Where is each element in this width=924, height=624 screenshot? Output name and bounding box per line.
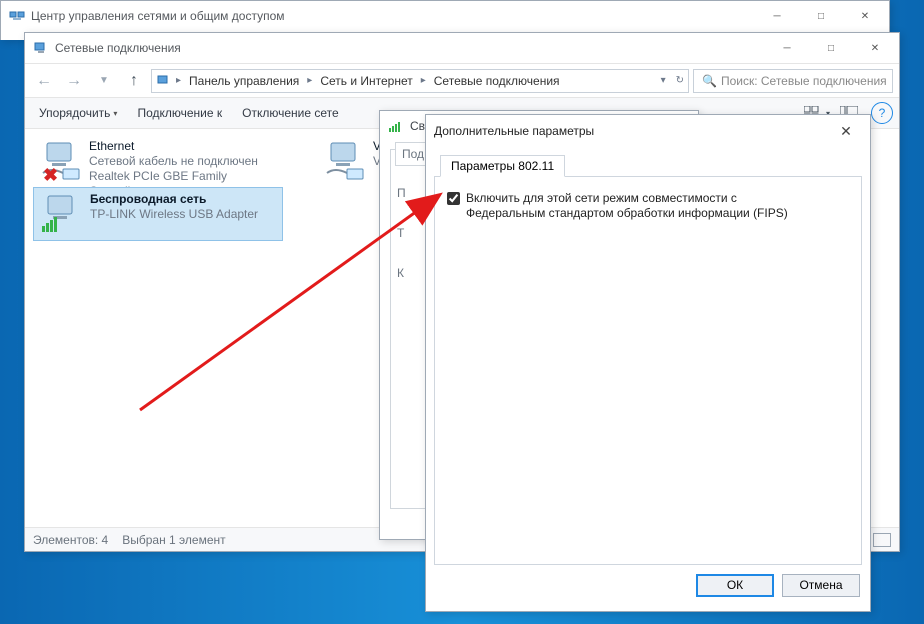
- search-input[interactable]: 🔍 Поиск: Сетевые подключения: [693, 69, 893, 93]
- nav-bar: ← → ▼ ↑ ▸ Панель управления ▸ Сеть и Инт…: [25, 63, 899, 97]
- tab-header: Параметры 802.11: [434, 151, 862, 177]
- win1-maximize-button[interactable]: □: [799, 2, 843, 30]
- tab-80211[interactable]: Параметры 802.11: [440, 155, 565, 177]
- nav-up-button[interactable]: ↑: [121, 68, 147, 94]
- adapter-name: Беспроводная сеть: [90, 192, 258, 207]
- win1-titlebar[interactable]: Центр управления сетями и общим доступом…: [1, 1, 889, 31]
- wifi-bars-icon: [388, 118, 404, 134]
- nav-forward-button[interactable]: →: [61, 68, 87, 94]
- network-center-icon: [9, 8, 25, 24]
- win2-minimize-button[interactable]: ─: [765, 34, 809, 62]
- chevron-right-icon: ▸: [307, 75, 312, 86]
- chevron-right-icon: ▸: [176, 75, 181, 86]
- help-button[interactable]: ?: [871, 102, 893, 124]
- organize-button[interactable]: Упорядочить▾: [31, 102, 125, 124]
- chevron-down-icon: ▾: [113, 109, 117, 118]
- network-connections-icon: [33, 40, 49, 56]
- breadcrumb-mid[interactable]: Сеть и Интернет: [316, 74, 416, 88]
- win1-close-button[interactable]: ✕: [843, 2, 887, 30]
- adapter-device: TP-LINK Wireless USB Adapter: [90, 207, 258, 222]
- adapter-name: Ethernet: [89, 139, 277, 154]
- breadcrumb-leaf[interactable]: Сетевые подключения: [430, 74, 564, 88]
- advanced-settings-dialog: Дополнительные параметры ✕ Параметры 802…: [425, 114, 871, 612]
- address-bar[interactable]: ▸ Панель управления ▸ Сеть и Интернет ▸ …: [151, 69, 689, 93]
- fips-checkbox-row[interactable]: Включить для этой сети режим совместимос…: [447, 191, 849, 221]
- svg-text:✖: ✖: [43, 165, 58, 183]
- search-icon: 🔍: [702, 74, 717, 88]
- win1-title: Центр управления сетями и общим доступом: [31, 9, 755, 23]
- wireless-icon: [40, 192, 84, 236]
- fips-checkbox-label: Включить для этой сети режим совместимос…: [466, 191, 788, 221]
- adapter-status: Сетевой кабель не подключен: [89, 154, 277, 169]
- chevron-right-icon: ▸: [421, 75, 426, 86]
- win4-close-button[interactable]: ✕: [824, 117, 868, 145]
- win4-title: Дополнительные параметры: [434, 124, 824, 138]
- addr-network-icon: [156, 73, 172, 89]
- win4-titlebar[interactable]: Дополнительные параметры ✕: [426, 115, 870, 147]
- win2-title: Сетевые подключения: [55, 41, 765, 55]
- win2-maximize-button[interactable]: □: [809, 34, 853, 62]
- cancel-button[interactable]: Отмена: [782, 574, 860, 597]
- ok-button[interactable]: ОК: [696, 574, 774, 597]
- fips-checkbox[interactable]: [447, 192, 460, 205]
- nav-recent-button[interactable]: ▼: [91, 68, 117, 94]
- status-count: Элементов: 4: [33, 533, 108, 547]
- connect-to-button[interactable]: Подключение к: [129, 102, 230, 124]
- addr-dropdown-icon[interactable]: ▾: [661, 75, 666, 86]
- dialog-button-row: ОК Отмена: [426, 565, 870, 605]
- fips-label-line2: Федеральным стандартом обработки информа…: [466, 206, 788, 220]
- status-selected: Выбран 1 элемент: [122, 533, 225, 547]
- vmware-adapter-icon: [323, 139, 367, 183]
- search-placeholder: Поиск: Сетевые подключения: [721, 74, 887, 88]
- tab-body: Включить для этой сети режим совместимос…: [434, 177, 862, 565]
- adapter-item-wireless[interactable]: Беспроводная сеть TP-LINK Wireless USB A…: [33, 187, 283, 241]
- win1-minimize-button[interactable]: ─: [755, 2, 799, 30]
- breadcrumb-root[interactable]: Панель управления: [185, 74, 303, 88]
- ethernet-icon: ✖: [39, 139, 83, 183]
- win2-close-button[interactable]: ✕: [853, 34, 897, 62]
- nav-back-button[interactable]: ←: [31, 68, 57, 94]
- addr-refresh-icon[interactable]: ↻: [676, 75, 684, 86]
- win2-titlebar[interactable]: Сетевые подключения ─ □ ✕: [25, 33, 899, 63]
- disconnect-button[interactable]: Отключение сете: [234, 102, 347, 124]
- fips-label-line1: Включить для этой сети режим совместимос…: [466, 191, 737, 205]
- view-mode-details-icon[interactable]: [873, 533, 891, 547]
